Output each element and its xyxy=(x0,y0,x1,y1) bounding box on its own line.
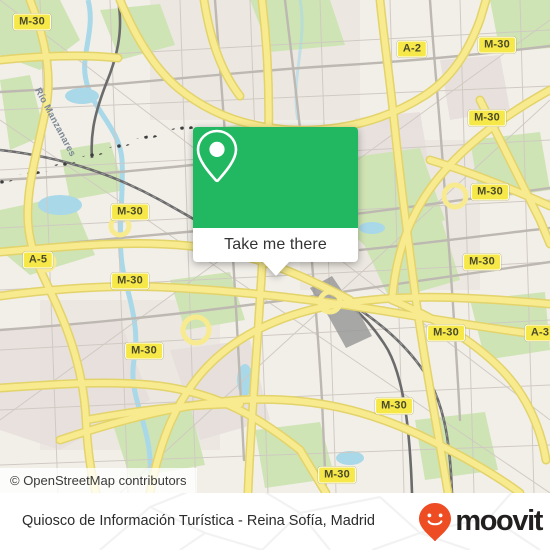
road-shield: M-30 xyxy=(111,272,149,290)
attribution-text: © OpenStreetMap contributors xyxy=(10,473,187,488)
callout-pointer xyxy=(262,262,289,276)
road-shield: M-30 xyxy=(471,183,509,201)
map-canvas[interactable]: Río Manzanares M-30 A-2 M-30 M-30 M-30 M… xyxy=(0,0,550,493)
road-shield: M-30 xyxy=(13,13,51,31)
road-shield: M-30 xyxy=(111,203,149,221)
road-shield: M-30 xyxy=(468,109,506,127)
footer-bar: Quiosco de Información Turística - Reina… xyxy=(0,493,550,550)
take-me-there-button[interactable]: Take me there xyxy=(193,228,358,262)
moovit-map-share-card: Río Manzanares M-30 A-2 M-30 M-30 M-30 M… xyxy=(0,0,550,550)
road-shield: M-30 xyxy=(375,397,413,415)
callout-header xyxy=(193,127,358,228)
moovit-logo[interactable]: moovit xyxy=(418,502,543,542)
road-shield: M-30 xyxy=(125,342,163,360)
road-shield: M-30 xyxy=(318,466,356,484)
map-attribution[interactable]: © OpenStreetMap contributors xyxy=(0,468,197,493)
road-shield: A-2 xyxy=(396,40,428,58)
road-shield: M-30 xyxy=(478,36,516,54)
map-pin-icon xyxy=(196,129,238,183)
place-name: Quiosco de Información Turística - Reina… xyxy=(22,513,375,529)
road-shield: A-5 xyxy=(22,251,54,269)
road-shield: M-30 xyxy=(463,253,501,271)
moovit-wordmark: moovit xyxy=(455,505,543,537)
road-shield: A-3 xyxy=(524,324,550,342)
moovit-smiley-pin-icon xyxy=(419,502,452,541)
road-shield: M-30 xyxy=(427,324,465,342)
take-me-there-label: Take me there xyxy=(224,236,327,253)
location-callout-card[interactable]: Take me there xyxy=(193,127,358,276)
